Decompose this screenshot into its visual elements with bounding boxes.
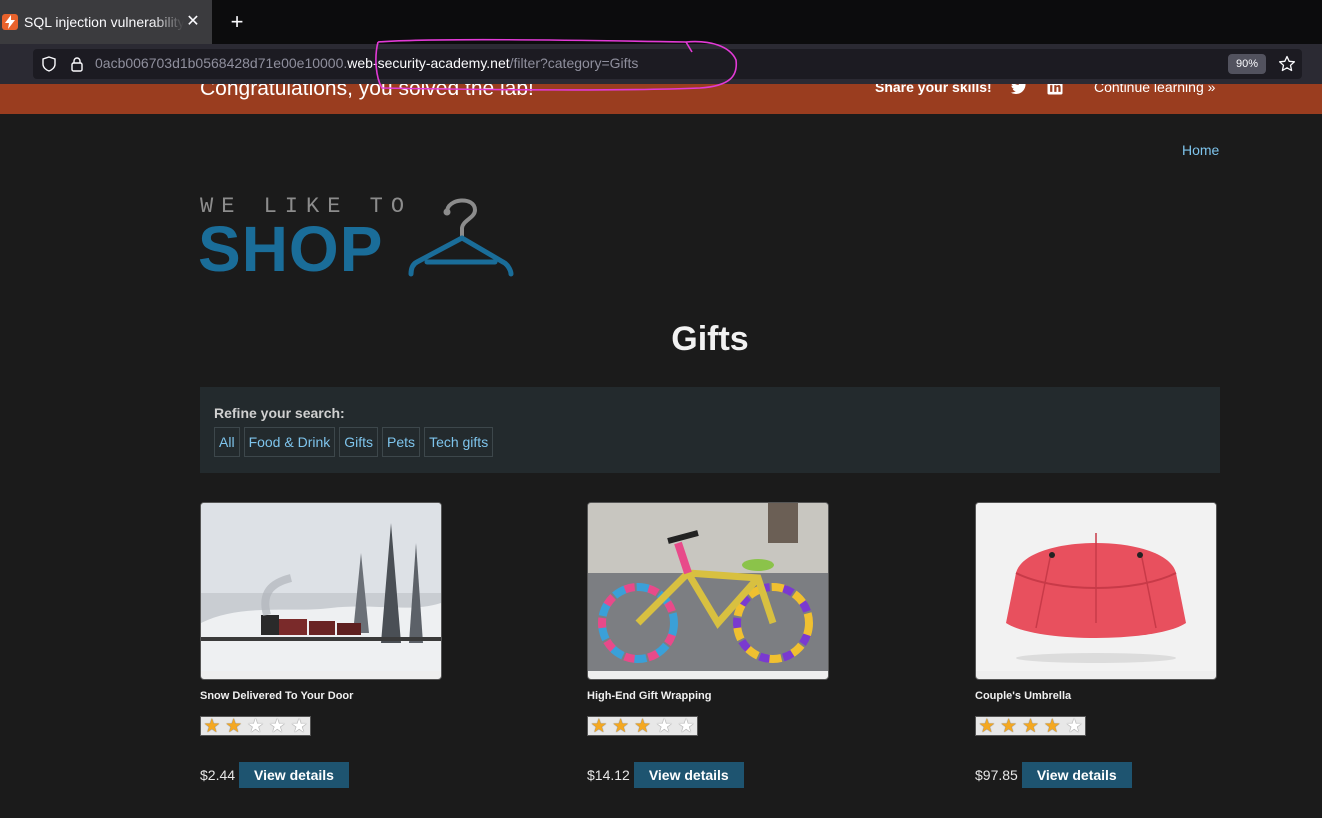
plus-icon[interactable]: + bbox=[226, 11, 248, 33]
product-card: High-End Gift Wrapping ★ ★ ★ ★ ★ $14.12 … bbox=[587, 502, 829, 788]
price-row: $14.12 View details bbox=[587, 762, 829, 788]
nav-bar: 0acb006703d1b0568428d71e00e10000.web-sec… bbox=[0, 44, 1322, 84]
close-icon[interactable]: ✕ bbox=[184, 13, 202, 31]
star-icon: ★ bbox=[225, 715, 243, 737]
continue-learning-link[interactable]: Continue learning » bbox=[1094, 84, 1215, 95]
twitter-icon[interactable] bbox=[1010, 84, 1028, 97]
solved-banner: Congratulations, you solved the lab! Sha… bbox=[0, 84, 1322, 114]
logo-wordmark: SHOP bbox=[198, 213, 384, 285]
bookmark-star-icon[interactable] bbox=[1278, 55, 1296, 73]
star-icon: ★ bbox=[1065, 715, 1083, 737]
filter-pets[interactable]: Pets bbox=[382, 427, 421, 457]
product-card: Couple's Umbrella ★ ★ ★ ★ ★ $97.85 View … bbox=[975, 502, 1217, 788]
product-name: Snow Delivered To Your Door bbox=[200, 690, 354, 702]
view-details-button[interactable]: View details bbox=[239, 762, 349, 788]
product-name: Couple's Umbrella bbox=[975, 690, 1072, 702]
star-icon: ★ bbox=[655, 715, 673, 737]
hanger-icon bbox=[408, 198, 514, 277]
url-bar[interactable]: 0acb006703d1b0568428d71e00e10000.web-sec… bbox=[33, 49, 1302, 79]
page-title: Gifts bbox=[671, 320, 749, 358]
tab-title: SQL injection vulnerability bbox=[24, 14, 184, 30]
filter-tech-gifts[interactable]: Tech gifts bbox=[424, 427, 494, 457]
star-icon: ★ bbox=[590, 715, 608, 737]
product-name: High-End Gift Wrapping bbox=[587, 690, 712, 702]
star-icon: ★ bbox=[268, 715, 286, 737]
star-icon: ★ bbox=[978, 715, 996, 737]
linkedin-icon[interactable] bbox=[1046, 84, 1064, 96]
product-image-snow-train[interactable] bbox=[200, 502, 442, 680]
price-row: $2.44 View details bbox=[200, 762, 442, 788]
filter-all[interactable]: All bbox=[214, 427, 240, 457]
browser-tab[interactable]: SQL injection vulnerability ✕ bbox=[0, 0, 212, 44]
star-icon: ★ bbox=[612, 715, 630, 737]
page-content: Home WE LIKE TO SHOP Gifts Refine your s… bbox=[0, 114, 1322, 818]
product-price: $14.12 bbox=[587, 767, 630, 783]
portswigger-favicon bbox=[2, 14, 18, 30]
star-icon: ★ bbox=[246, 715, 265, 737]
star-icon: ★ bbox=[633, 715, 652, 737]
star-icon: ★ bbox=[1043, 715, 1061, 737]
shield-icon[interactable] bbox=[41, 56, 57, 72]
category-filters: All Food & Drink Gifts Pets Tech gifts bbox=[214, 427, 494, 457]
product-card: Snow Delivered To Your Door ★ ★ ★ ★ ★ $2… bbox=[200, 502, 442, 788]
refine-label: Refine your search: bbox=[214, 405, 345, 421]
star-icon: ★ bbox=[1000, 715, 1018, 737]
star-icon: ★ bbox=[677, 715, 695, 737]
product-image-knitted-bike[interactable] bbox=[587, 502, 829, 680]
url-path: /filter?category=Gifts bbox=[509, 55, 639, 71]
view-details-button[interactable]: View details bbox=[1021, 762, 1132, 788]
product-price: $97.85 bbox=[975, 767, 1018, 783]
refine-search-panel: Refine your search: All Food & Drink Gif… bbox=[200, 387, 1220, 473]
star-rating: ★ ★ ★ ★ ★ bbox=[587, 716, 698, 736]
home-link[interactable]: Home bbox=[1182, 142, 1219, 158]
banner-message: Congratulations, you solved the lab! bbox=[200, 84, 534, 100]
lock-icon[interactable] bbox=[69, 56, 85, 72]
star-rating: ★ ★ ★ ★ ★ bbox=[975, 716, 1086, 736]
shop-logo[interactable]: WE LIKE TO SHOP bbox=[198, 194, 520, 285]
filter-food-drink[interactable]: Food & Drink bbox=[243, 427, 336, 457]
url-text[interactable]: 0acb006703d1b0568428d71e00e10000.web-sec… bbox=[95, 55, 638, 71]
product-price: $2.44 bbox=[200, 767, 236, 783]
price-row: $97.85 View details bbox=[975, 762, 1217, 788]
zoom-badge[interactable]: 90% bbox=[1228, 54, 1266, 74]
filter-gifts[interactable]: Gifts bbox=[339, 427, 379, 457]
star-icon: ★ bbox=[1021, 715, 1040, 737]
product-image-couples-umbrella[interactable] bbox=[975, 502, 1217, 680]
url-prefix: 0acb006703d1b0568428d71e00e10000. bbox=[95, 55, 348, 71]
tab-bar: SQL injection vulnerability ✕ + bbox=[0, 0, 1322, 44]
star-icon: ★ bbox=[290, 715, 308, 737]
share-label: Share your skills! bbox=[875, 84, 992, 95]
view-details-button[interactable]: View details bbox=[633, 762, 744, 788]
url-host: web-security-academy.net bbox=[347, 55, 510, 71]
star-icon: ★ bbox=[203, 715, 221, 737]
star-rating: ★ ★ ★ ★ ★ bbox=[200, 716, 311, 736]
